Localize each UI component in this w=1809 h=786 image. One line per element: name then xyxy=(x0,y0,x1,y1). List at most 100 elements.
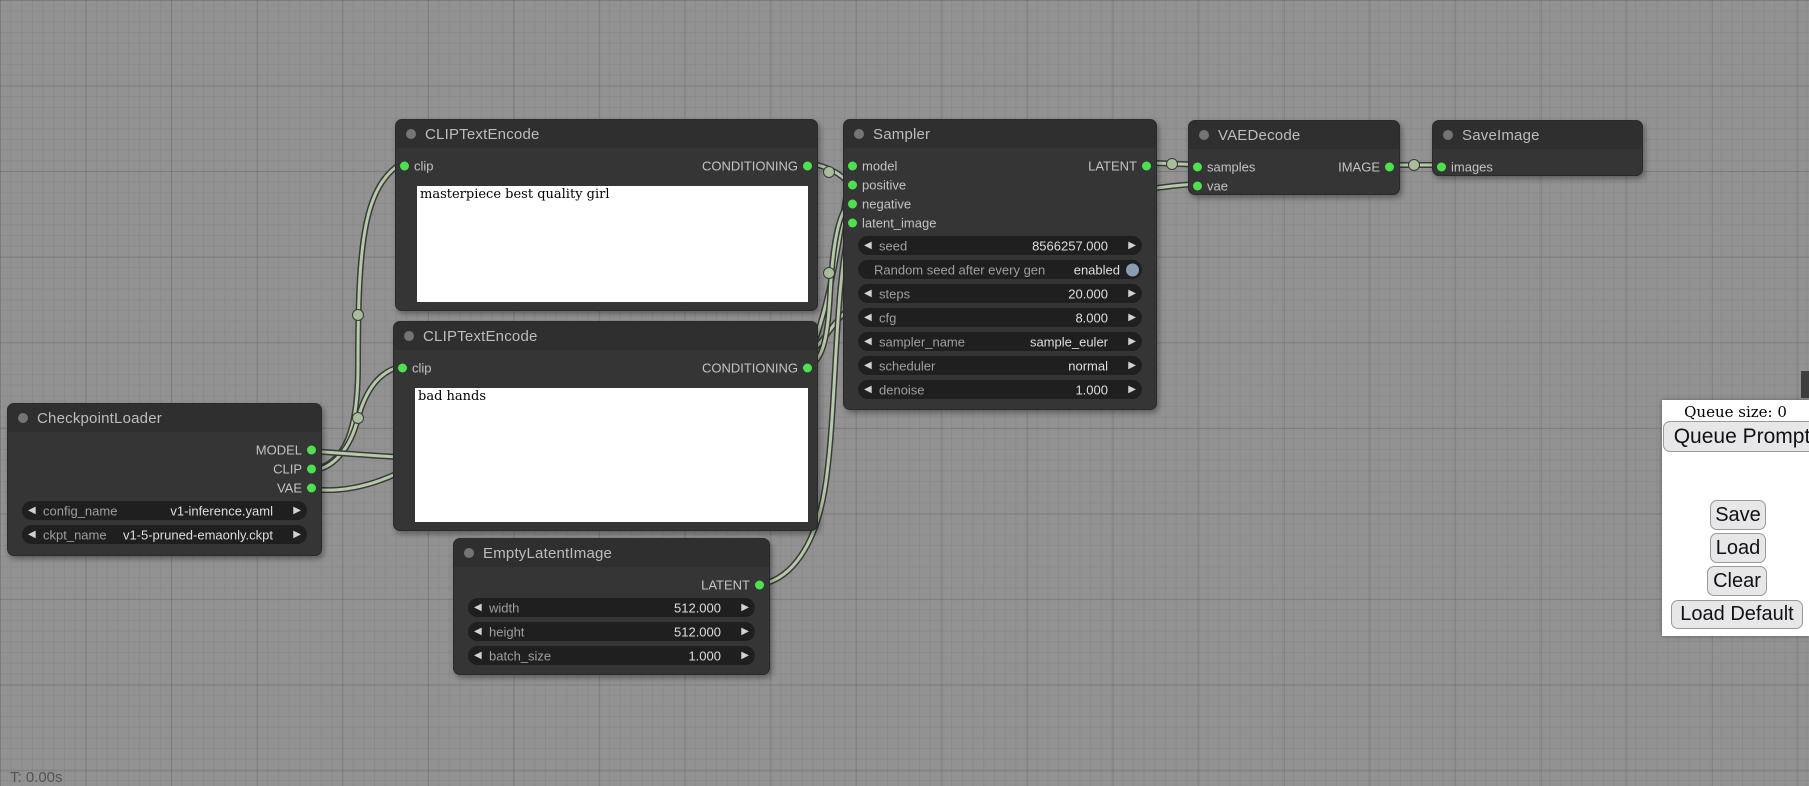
node-collapse-dot-icon[interactable] xyxy=(1443,130,1453,140)
port-row: negative xyxy=(844,194,1156,213)
decrement-arrow-icon[interactable]: ◀ xyxy=(864,385,872,395)
node-collapse-dot-icon[interactable] xyxy=(1199,130,1209,140)
input-port-images[interactable] xyxy=(1437,162,1446,171)
input-port-clip[interactable] xyxy=(398,363,407,372)
queue-prompt-button[interactable]: Queue Prompt xyxy=(1663,421,1809,452)
increment-arrow-icon[interactable]: ▶ xyxy=(741,627,749,637)
decrement-arrow-icon[interactable]: ◀ xyxy=(864,313,872,323)
link-midpoint-dot[interactable] xyxy=(824,268,835,279)
node-collapse-dot-icon[interactable] xyxy=(464,548,474,558)
decrement-arrow-icon[interactable]: ◀ xyxy=(474,603,482,613)
decrement-arrow-icon[interactable]: ◀ xyxy=(864,241,872,251)
input-port-model[interactable] xyxy=(848,161,857,170)
decrement-arrow-icon[interactable]: ◀ xyxy=(864,361,872,371)
input-port-samples[interactable] xyxy=(1193,162,1202,171)
port-row: clipCONDITIONING xyxy=(396,156,817,175)
widget-cfg[interactable]: ◀cfg8.000▶ xyxy=(858,308,1142,327)
decrement-arrow-icon[interactable]: ◀ xyxy=(474,651,482,661)
input-port-clip[interactable] xyxy=(400,161,409,170)
output-port-latent[interactable] xyxy=(755,580,764,589)
node-title-bar[interactable]: VAEDecode xyxy=(1189,121,1399,149)
node-title: CLIPTextEncode xyxy=(425,126,540,143)
node-title-bar[interactable]: CheckpointLoader xyxy=(8,404,321,432)
output-port-conditioning[interactable] xyxy=(803,363,812,372)
widget-ckpt-name[interactable]: ◀ckpt_namev1-5-pruned-emaonly.ckpt▶ xyxy=(22,525,307,544)
node-checkpoint-loader[interactable]: CheckpointLoaderMODELCLIPVAE◀config_name… xyxy=(7,403,322,556)
output-port-conditioning[interactable] xyxy=(803,161,812,170)
node-clip-text-encode-negative[interactable]: CLIPTextEncodeclipCONDITIONINGbad hands xyxy=(393,321,818,531)
output-port-image[interactable] xyxy=(1385,162,1394,171)
node-title-bar[interactable]: CLIPTextEncode xyxy=(396,120,817,148)
save-button[interactable]: Save xyxy=(1710,500,1766,530)
toggle-dot-icon[interactable] xyxy=(1126,263,1139,276)
widget-scheduler[interactable]: ◀schedulernormal▶ xyxy=(858,356,1142,375)
increment-arrow-icon[interactable]: ▶ xyxy=(741,651,749,661)
output-port-model[interactable] xyxy=(307,445,316,454)
node-collapse-dot-icon[interactable] xyxy=(404,331,414,341)
increment-arrow-icon[interactable]: ▶ xyxy=(1128,313,1136,323)
link-midpoint-dot[interactable] xyxy=(353,310,364,321)
load-default-button[interactable]: Load Default xyxy=(1671,600,1803,629)
decrement-arrow-icon[interactable]: ◀ xyxy=(864,289,872,299)
comfy-menu-panel: Queue size: 0 Queue Prompt Save Load Cle… xyxy=(1662,400,1809,636)
widget-value: enabled xyxy=(1074,262,1120,277)
decrement-arrow-icon[interactable]: ◀ xyxy=(28,506,36,516)
widget-steps[interactable]: ◀steps20.000▶ xyxy=(858,284,1142,303)
widget-height[interactable]: ◀height512.000▶ xyxy=(468,622,755,641)
input-port-label: positive xyxy=(862,177,906,192)
node-title-bar[interactable]: SaveImage xyxy=(1433,121,1642,149)
decrement-arrow-icon[interactable]: ◀ xyxy=(474,627,482,637)
link-midpoint-dot[interactable] xyxy=(353,413,364,424)
increment-arrow-icon[interactable]: ▶ xyxy=(293,530,301,540)
widget-seed[interactable]: ◀seed8566257.000▶ xyxy=(858,236,1142,255)
input-port-vae[interactable] xyxy=(1193,181,1202,190)
widget-denoise[interactable]: ◀denoise1.000▶ xyxy=(858,380,1142,399)
input-port-positive[interactable] xyxy=(848,180,857,189)
node-vae-decode[interactable]: VAEDecodesamplesIMAGEvae xyxy=(1188,120,1400,195)
link-midpoint-dot[interactable] xyxy=(1167,159,1178,170)
decrement-arrow-icon[interactable]: ◀ xyxy=(864,337,872,347)
increment-arrow-icon[interactable]: ▶ xyxy=(1128,241,1136,251)
increment-arrow-icon[interactable]: ▶ xyxy=(741,603,749,613)
decrement-arrow-icon[interactable]: ◀ xyxy=(28,530,36,540)
node-collapse-dot-icon[interactable] xyxy=(18,413,28,423)
increment-arrow-icon[interactable]: ▶ xyxy=(1128,337,1136,347)
ports-area: images xyxy=(1433,157,1642,176)
widget-sampler-name[interactable]: ◀sampler_namesample_euler▶ xyxy=(858,332,1142,351)
increment-arrow-icon[interactable]: ▶ xyxy=(293,506,301,516)
increment-arrow-icon[interactable]: ▶ xyxy=(1128,361,1136,371)
node-title-bar[interactable]: CLIPTextEncode xyxy=(394,322,817,350)
prompt-textarea[interactable]: masterpiece best quality girl xyxy=(417,186,808,302)
link-wire[interactable] xyxy=(310,366,402,470)
widget-label: width xyxy=(489,600,519,615)
widget-width[interactable]: ◀width512.000▶ xyxy=(468,598,755,617)
output-port-latent[interactable] xyxy=(1142,161,1151,170)
widget-random-seed-after-every-gen[interactable]: Random seed after every genenabled xyxy=(858,260,1142,279)
load-button[interactable]: Load xyxy=(1710,533,1766,563)
node-empty-latent-image[interactable]: EmptyLatentImageLATENT◀width512.000▶◀hei… xyxy=(453,538,770,675)
link-wire[interactable] xyxy=(310,162,403,470)
output-port-vae[interactable] xyxy=(307,483,316,492)
node-title-bar[interactable]: EmptyLatentImage xyxy=(454,539,769,567)
output-port-clip[interactable] xyxy=(307,464,316,473)
widget-batch-size[interactable]: ◀batch_size1.000▶ xyxy=(468,646,755,665)
input-port-negative[interactable] xyxy=(848,199,857,208)
link-midpoint-dot[interactable] xyxy=(1409,160,1420,171)
node-title-bar[interactable]: Sampler xyxy=(844,120,1156,148)
node-graph-canvas[interactable]: { "canvas": { "status": "T: 0.00s" }, "i… xyxy=(0,0,1809,782)
input-port-latent_image[interactable] xyxy=(848,218,857,227)
node-sampler[interactable]: SamplermodelLATENTpositivenegativelatent… xyxy=(843,119,1157,410)
port-row: latent_image xyxy=(844,213,1156,232)
clear-button[interactable]: Clear xyxy=(1707,566,1767,596)
node-collapse-dot-icon[interactable] xyxy=(854,129,864,139)
node-save-image[interactable]: SaveImage images xyxy=(1432,120,1643,176)
prompt-textarea[interactable]: bad hands xyxy=(415,388,808,522)
panel-edge-bar xyxy=(1801,371,1809,398)
widget-config-name[interactable]: ◀config_namev1-inference.yaml▶ xyxy=(22,501,307,520)
port-row: CLIP xyxy=(8,459,321,478)
node-collapse-dot-icon[interactable] xyxy=(406,129,416,139)
increment-arrow-icon[interactable]: ▶ xyxy=(1128,289,1136,299)
link-midpoint-dot[interactable] xyxy=(824,167,835,178)
node-clip-text-encode-positive[interactable]: CLIPTextEncode clipCONDITIONING masterpiec… xyxy=(395,119,818,311)
increment-arrow-icon[interactable]: ▶ xyxy=(1128,385,1136,395)
